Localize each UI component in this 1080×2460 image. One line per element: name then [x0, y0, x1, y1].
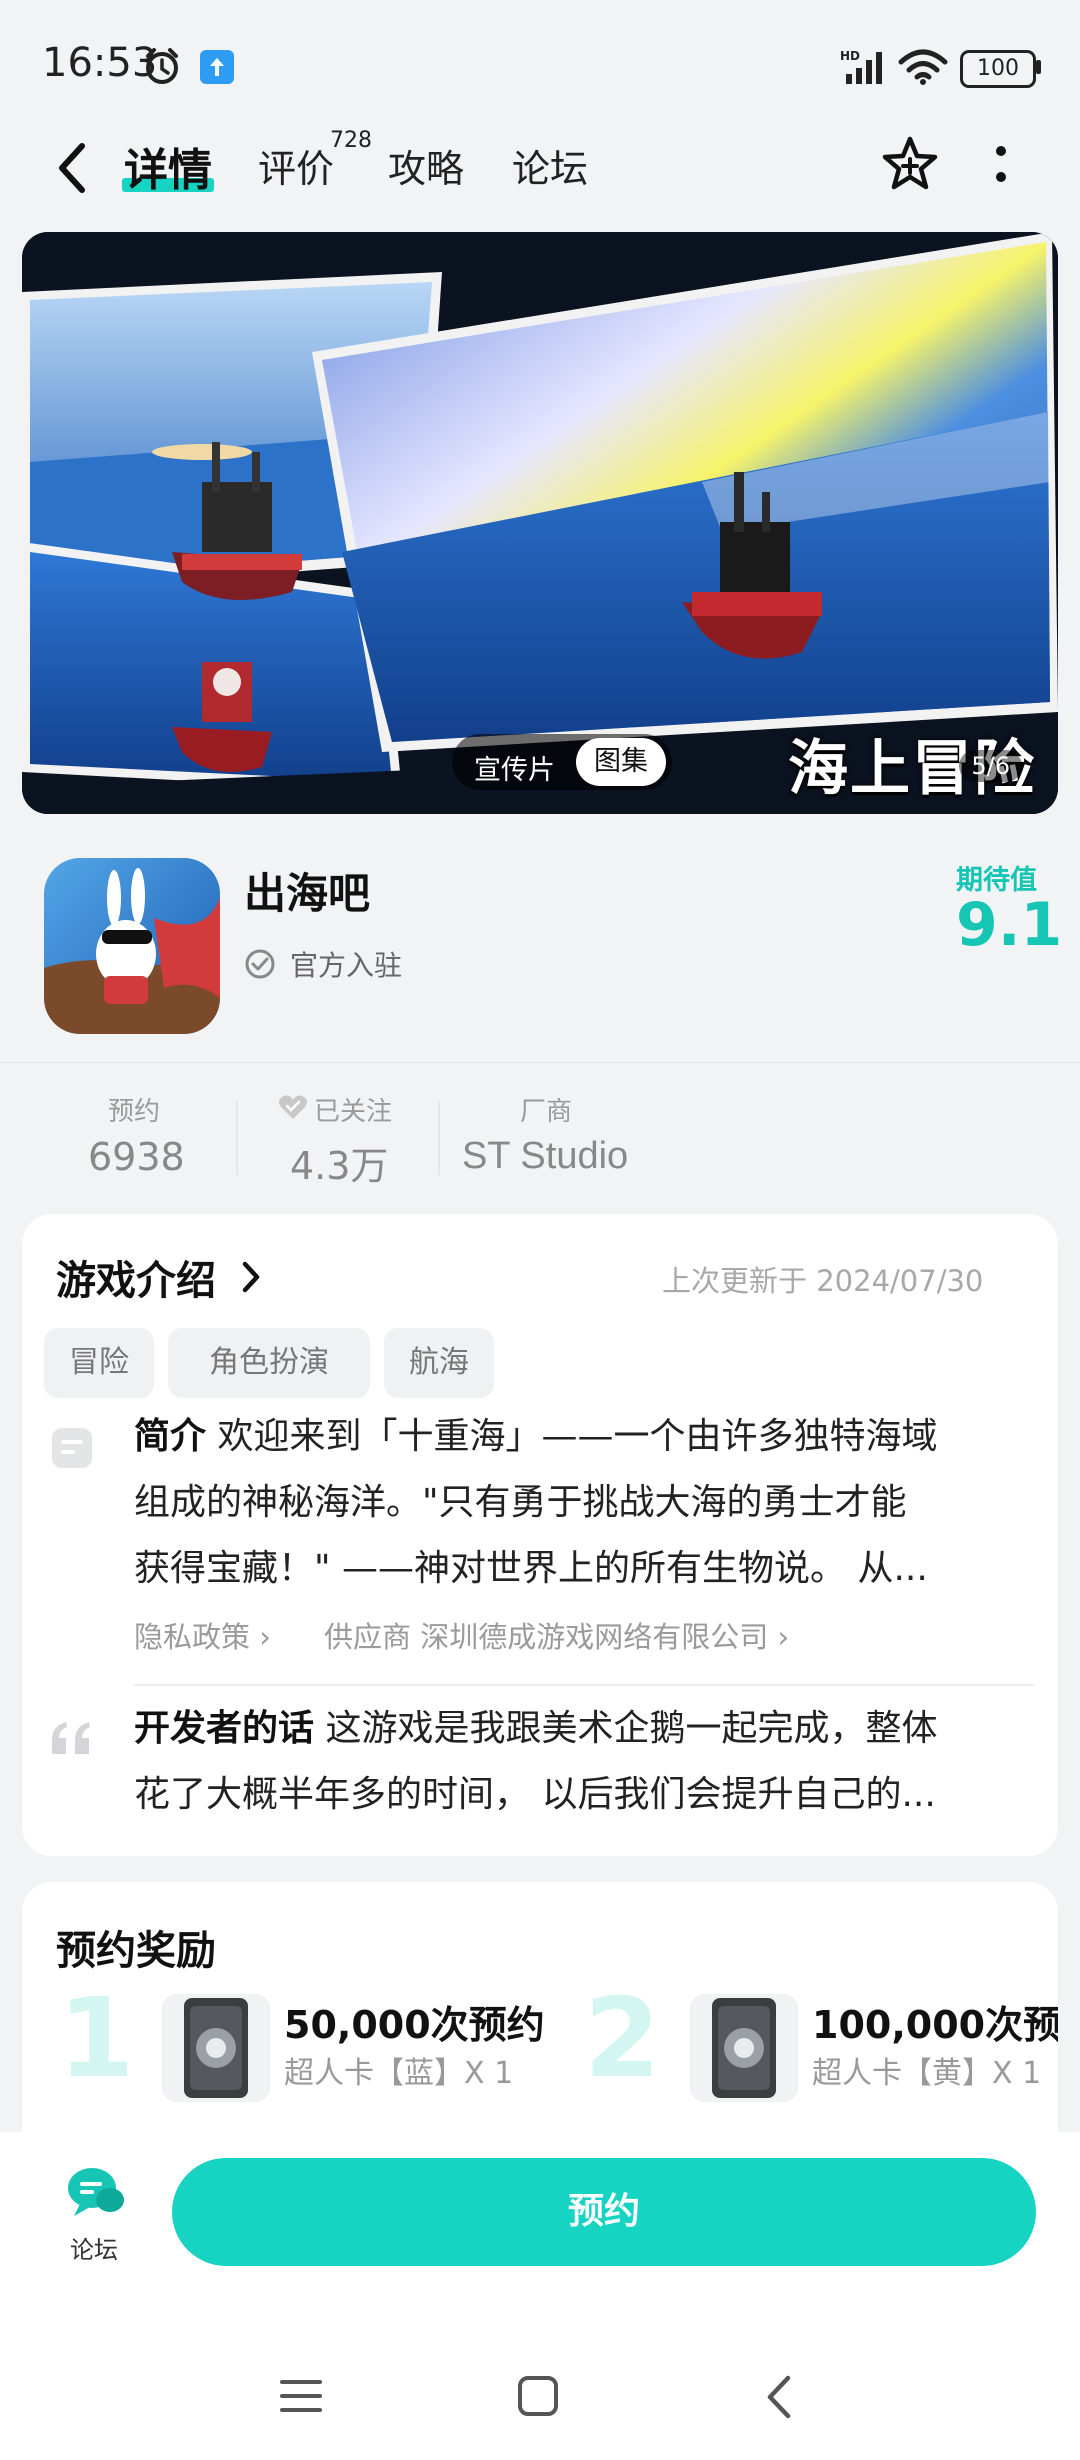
- media-switch[interactable]: 宣传片 图集: [452, 734, 672, 790]
- stats-row: 预约 6938 已关注 4.3万 厂商 ST Studio: [0, 1062, 1080, 1193]
- privacy-policy-label: 隐私政策: [134, 1620, 251, 1654]
- tab-forum[interactable]: 论坛: [512, 138, 588, 193]
- stat-divider: [236, 1101, 238, 1175]
- intro-title[interactable]: 游戏介绍: [56, 1248, 216, 1306]
- stat-value-followers: 4.3万: [290, 1144, 389, 1188]
- signal-icon: HD: [840, 49, 882, 84]
- status-time: 16:53: [42, 40, 158, 86]
- stat-value-reservations: 6938: [88, 1135, 185, 1179]
- verified-check-icon: [245, 949, 275, 979]
- reviews-count-badge: 728: [330, 128, 372, 153]
- stat-label-followers: 已关注: [314, 1097, 393, 1127]
- privacy-policy-link[interactable]: 隐私政策 ›: [134, 1614, 271, 1656]
- quote-icon: [52, 1722, 90, 1754]
- reward-goal: 100,000次预约: [812, 2003, 1058, 2047]
- reward-card-image: [162, 1994, 270, 2102]
- summary-text-1: 欢迎来到「十重海」——一个由许多独特海域: [217, 1416, 938, 1457]
- stat-label-reservations: 预约: [108, 1097, 161, 1127]
- stat-divider: [438, 1101, 440, 1175]
- tab-guides[interactable]: 攻略: [388, 138, 464, 193]
- battery-tip: [1036, 60, 1041, 74]
- chevron-right-icon: ›: [259, 1620, 271, 1654]
- hero-media[interactable]: 宣传片 图集 海上冒险 5/6: [22, 232, 1058, 814]
- official-label: 官方入驻: [290, 949, 403, 982]
- chevron-right-icon: ›: [777, 1620, 790, 1654]
- divider: [134, 1684, 1034, 1686]
- tag-rpg[interactable]: 角色扮演: [168, 1328, 370, 1398]
- forum-chat-icon[interactable]: [66, 2164, 126, 2220]
- summary-doc-icon: [52, 1428, 92, 1468]
- stat-label-vendor: 厂商: [520, 1097, 573, 1127]
- reward-tier-number: 2: [584, 1974, 661, 2102]
- forum-label[interactable]: 论坛: [70, 2230, 118, 2265]
- rewards-title: 预约奖励: [56, 1928, 216, 1974]
- reward-tier-number: 1: [58, 1974, 135, 2102]
- reward-card-image: [690, 1994, 798, 2102]
- summary-line-2[interactable]: 组成的神秘海洋。"只有勇于挑战大海的勇士才能: [134, 1470, 1034, 1536]
- reward-goal: 50,000次预约: [284, 2003, 545, 2047]
- back-icon[interactable]: [52, 140, 92, 196]
- super-card-icon: [184, 1998, 248, 2098]
- app-name: 出海吧: [244, 869, 371, 918]
- tag-sailing[interactable]: 航海: [384, 1328, 494, 1398]
- expectation-score: 9.1: [956, 890, 1063, 960]
- status-bar: 16:53 HD 100: [0, 0, 1080, 130]
- chevron-right-icon[interactable]: [240, 1260, 262, 1294]
- reward-item: 超人卡【蓝】X 1: [284, 2056, 514, 2091]
- intro-card: 游戏介绍 上次更新于 2024/07/30 冒险 角色扮演 航海 简介 欢迎来到…: [22, 1214, 1058, 1856]
- dev-note-line-2[interactable]: 花了大概半年多的时间， 以后我们会提升自己的...: [134, 1762, 1034, 1828]
- last-updated: 上次更新于 2024/07/30: [662, 1264, 984, 1298]
- tab-reviews[interactable]: 评价: [258, 138, 334, 193]
- reward-item: 超人卡【黄】X 1: [812, 2056, 1042, 2091]
- chip-gallery[interactable]: 图集: [576, 738, 666, 786]
- summary-line-1[interactable]: 简介 欢迎来到「十重海」——一个由许多独特海域: [134, 1404, 1034, 1470]
- more-options-icon[interactable]: [990, 142, 1012, 188]
- supplier-link[interactable]: 供应商 深圳德成游戏网络有限公司 ›: [324, 1614, 789, 1656]
- alarm-icon: [146, 48, 178, 84]
- battery-indicator: 100: [960, 50, 1036, 88]
- menu-nav-icon[interactable]: [278, 2376, 324, 2416]
- dev-note-line-1[interactable]: 开发者的话 这游戏是我跟美术企鹅一起完成，整体: [134, 1696, 1034, 1762]
- summary-label: 简介: [134, 1416, 207, 1457]
- dev-note-text-1: 这游戏是我跟美术企鹅一起完成，整体: [325, 1708, 938, 1749]
- upload-notification-icon: [200, 50, 234, 84]
- wifi-icon: [898, 49, 948, 85]
- app-icon: [44, 858, 220, 1034]
- super-card-icon: [712, 1998, 776, 2098]
- dev-note-label: 开发者的话: [134, 1708, 315, 1749]
- reserve-button[interactable]: 预约: [172, 2158, 1036, 2266]
- chip-video[interactable]: 宣传片: [474, 748, 555, 787]
- heart-check-icon: [279, 1095, 307, 1119]
- summary-line-3[interactable]: 获得宝藏！" ——神对世界上的所有生物说。 从...: [134, 1536, 1034, 1602]
- supplier-label: 供应商 深圳德成游戏网络有限公司: [324, 1620, 769, 1654]
- tab-details[interactable]: 详情: [124, 134, 212, 198]
- tag-adventure[interactable]: 冒险: [44, 1328, 154, 1398]
- home-nav-icon[interactable]: [516, 2374, 560, 2418]
- favorite-star-icon[interactable]: [880, 134, 940, 194]
- network-type-label: HD: [840, 49, 860, 63]
- stat-value-vendor[interactable]: ST Studio: [462, 1135, 628, 1178]
- hero-page-counter: 5/6: [959, 750, 1022, 782]
- back-nav-icon[interactable]: [762, 2374, 796, 2420]
- app-icon-art: [44, 858, 220, 1034]
